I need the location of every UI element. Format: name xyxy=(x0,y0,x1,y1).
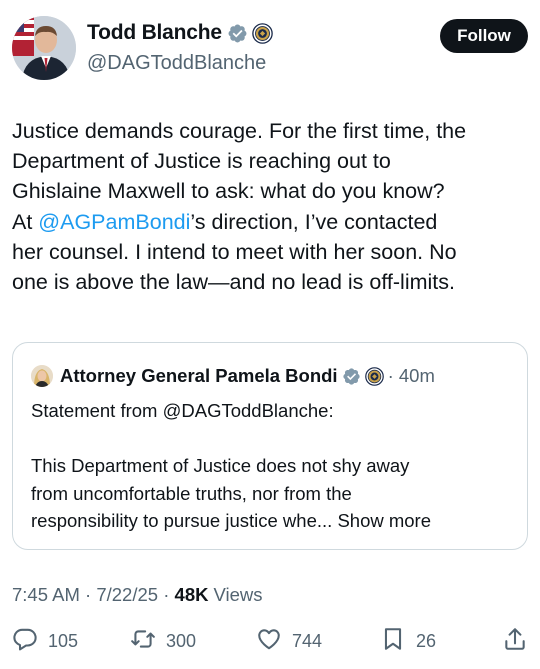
quoted-author-name[interactable]: Attorney General Pamela Bondi xyxy=(60,365,338,387)
tweet-time[interactable]: 7:45 AM xyxy=(12,584,80,606)
tweet-line: one is above the law—and no lead is off-… xyxy=(12,270,455,295)
repost-count: 300 xyxy=(166,630,197,651)
tweet-meta: 7:45 AM · 7/22/25 · 48K Views xyxy=(12,584,263,606)
quoted-tweet[interactable]: Attorney General Pamela Bondi · 40m Stat… xyxy=(12,342,528,550)
action-bar: 105 300 744 26 xyxy=(12,624,528,658)
author-avatar[interactable] xyxy=(12,16,76,80)
tweet-line-suffix: ’s direction, I’ve contacted xyxy=(190,209,438,234)
tweet-header: Todd Blanche @DAGToddBlanche Follow xyxy=(12,14,528,80)
doj-seal-icon xyxy=(252,22,273,44)
tweet-line: her counsel. I intend to meet with her s… xyxy=(12,239,457,264)
verified-badge-icon xyxy=(342,367,361,386)
bookmark-count: 26 xyxy=(416,630,437,651)
quoted-line: from uncomfortable truths, nor from the xyxy=(31,482,352,504)
repost-button[interactable]: 300 xyxy=(130,624,196,658)
show-more-link[interactable]: Show more xyxy=(337,510,431,531)
doj-seal-icon xyxy=(364,366,384,386)
reply-count: 105 xyxy=(48,630,79,651)
tweet-line: Ghislaine Maxwell to ask: what do you kn… xyxy=(12,179,445,204)
like-count: 744 xyxy=(292,630,323,651)
verified-badge-icon xyxy=(227,23,248,44)
heart-icon xyxy=(256,626,282,657)
tweet-date[interactable]: 7/22/25 xyxy=(96,584,158,606)
author-handle[interactable]: @DAGToddBlanche xyxy=(87,52,266,75)
tweet-line: Justice demands courage. For the first t… xyxy=(12,119,467,143)
quoted-timestamp[interactable]: · 40m xyxy=(388,365,435,387)
reply-button[interactable]: 105 xyxy=(12,624,78,658)
share-button[interactable] xyxy=(502,624,528,658)
follow-button[interactable]: Follow xyxy=(440,19,528,53)
reply-icon xyxy=(12,626,38,657)
repost-icon xyxy=(130,626,156,657)
bookmark-button[interactable]: 26 xyxy=(380,624,436,658)
quoted-line: This Department of Justice does not shy … xyxy=(31,455,410,476)
meta-separator: · xyxy=(158,584,175,605)
share-icon xyxy=(502,626,528,657)
author-name[interactable]: Todd Blanche xyxy=(87,21,222,45)
meta-separator: · xyxy=(79,584,97,605)
views-count: 48K xyxy=(174,584,209,605)
quoted-author-avatar[interactable] xyxy=(31,365,53,387)
quoted-text: Statement from @DAGToddBlanche: This Dep… xyxy=(31,397,517,535)
quoted-line: responsibility to pursue justice whe... … xyxy=(31,507,517,535)
like-button[interactable]: 744 xyxy=(256,624,322,658)
mention-link[interactable]: @AGPamBondi xyxy=(38,210,190,234)
bookmark-icon xyxy=(380,626,406,657)
quoted-line-text: responsibility to pursue justice whe... xyxy=(31,510,333,531)
tweet-text: Justice demands courage. For the first t… xyxy=(12,116,528,297)
tweet-line-prefix: At xyxy=(12,209,39,234)
quoted-line: Statement from @DAGToddBlanche: xyxy=(31,400,334,421)
views-label: Views xyxy=(213,584,263,605)
tweet-line: Department of Justice is reaching out to xyxy=(12,149,391,174)
tweet-line: At @AGPamBondi’s direction, I’ve contact… xyxy=(12,207,528,237)
